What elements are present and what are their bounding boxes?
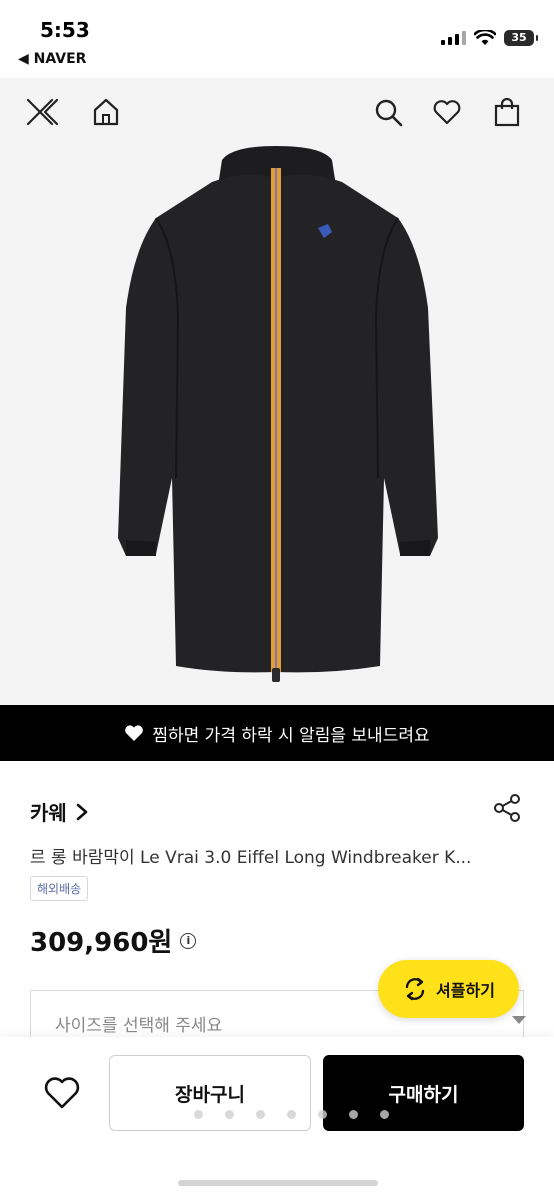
- windbreaker-image: [118, 146, 438, 682]
- pager-dot: [380, 1110, 389, 1119]
- pager-dot: [349, 1110, 358, 1119]
- pager-dot: [318, 1110, 327, 1119]
- pager-dot: [225, 1110, 234, 1119]
- shuffle-icon: [405, 977, 425, 1001]
- heart-icon[interactable]: [429, 94, 465, 130]
- chevron-down-icon: [512, 1016, 526, 1024]
- price-alert-banner[interactable]: 찜하면 가격 하락 시 알림을 보내드려요: [0, 705, 554, 761]
- battery-icon: 35: [504, 30, 538, 46]
- status-bar: 5:53 ◀ NAVER 35: [0, 0, 554, 78]
- product-image[interactable]: [0, 78, 554, 705]
- image-pager: [194, 1110, 389, 1119]
- chevron-right-icon: [76, 803, 88, 820]
- price-alert-text: 찜하면 가격 하락 시 알림을 보내드려요: [152, 725, 430, 746]
- product-title: 르 롱 바람막이 Le Vrai 3.0 Eiffel Long Windbre…: [30, 848, 472, 868]
- pager-dot: [256, 1110, 265, 1119]
- info-icon[interactable]: i: [180, 932, 197, 949]
- signal-icon: [441, 31, 466, 45]
- brand-name: 카웨: [30, 801, 67, 825]
- brand-link[interactable]: 카웨: [30, 797, 89, 826]
- size-select-placeholder: 사이즈를 선택해 주세요: [55, 1016, 223, 1036]
- back-icon[interactable]: [36, 94, 72, 130]
- bag-icon[interactable]: [489, 94, 525, 130]
- shuffle-button[interactable]: 셔플하기: [378, 960, 519, 1018]
- heart-outline-icon: [44, 1077, 80, 1109]
- buy-now-button[interactable]: 구매하기: [323, 1055, 524, 1131]
- status-icons: 35: [441, 30, 538, 46]
- pager-dot: [194, 1110, 203, 1119]
- home-icon[interactable]: [88, 94, 124, 130]
- search-icon[interactable]: [370, 94, 406, 130]
- wifi-icon: [474, 30, 496, 45]
- shuffle-label: 셔플하기: [436, 981, 495, 1000]
- share-icon[interactable]: [492, 793, 522, 823]
- pager-dot: [287, 1110, 296, 1119]
- back-to-naver-link[interactable]: ◀ NAVER: [18, 51, 86, 67]
- product-price: 309,960원: [30, 928, 173, 958]
- home-indicator[interactable]: [178, 1180, 378, 1186]
- add-to-cart-button[interactable]: 장바구니: [109, 1055, 311, 1131]
- wishlist-button[interactable]: [40, 1070, 84, 1114]
- status-time: 5:53: [40, 18, 90, 42]
- heart-filled-icon: [125, 725, 144, 741]
- overseas-shipping-badge: 해외배송: [30, 876, 89, 901]
- price-row: 309,960원 i: [30, 922, 197, 959]
